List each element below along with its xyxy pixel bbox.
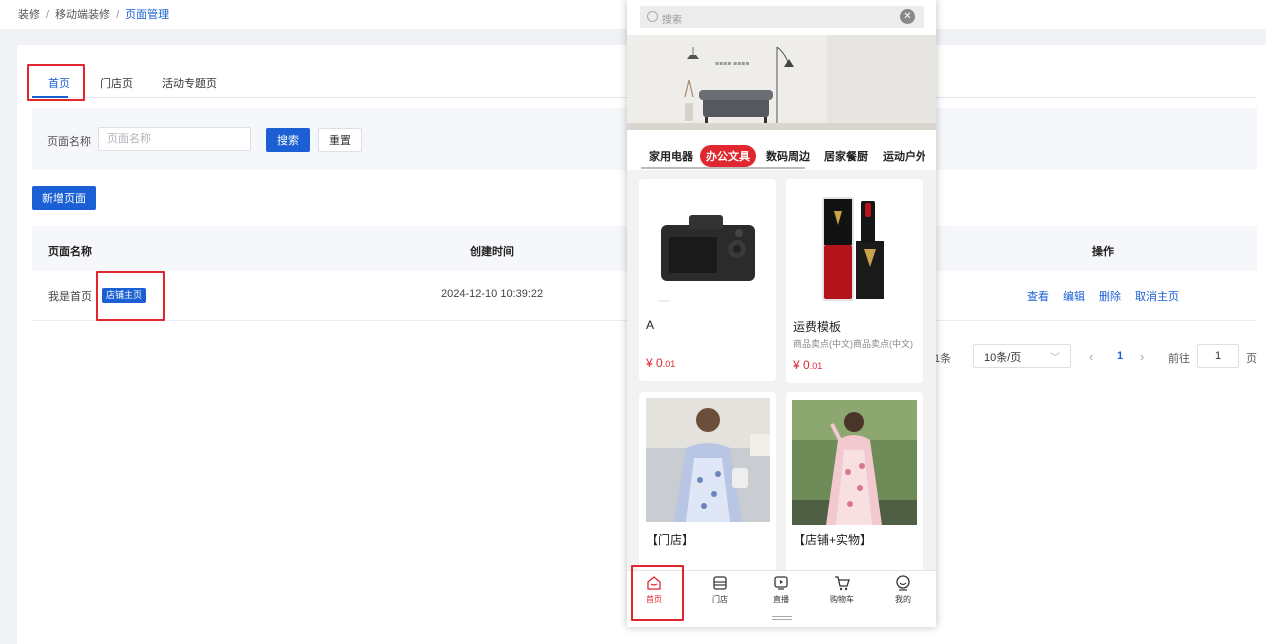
close-icon[interactable]: ✕	[900, 9, 915, 24]
nav-item-live[interactable]: 直播	[759, 574, 803, 605]
nav-label: 直播	[773, 595, 789, 604]
goto-label: 前往	[1168, 353, 1190, 365]
nav-item-profile[interactable]: 我的	[881, 574, 925, 605]
dress-photo-image	[792, 400, 917, 525]
page-number-1[interactable]: 1	[1117, 350, 1123, 362]
mobile-header: 搜索 ✕	[627, 0, 936, 35]
search-button[interactable]: 搜索	[266, 128, 310, 152]
page-unit-label: 页	[1246, 353, 1257, 365]
tab-active-indicator	[32, 96, 68, 98]
svg-text:▪▪▪▪ ▪▪▪▪: ▪▪▪▪ ▪▪▪▪	[715, 60, 749, 67]
mobile-bottom-nav: 首页 门店 直播 购物车 我的	[627, 570, 936, 627]
prev-page-button[interactable]: ‹	[1089, 349, 1093, 364]
delete-link[interactable]: 删除	[1099, 288, 1121, 304]
lipstick-image	[786, 179, 923, 311]
product-card[interactable]: 【门店】	[639, 392, 776, 577]
product-card[interactable]: A ¥ 0.01	[639, 179, 776, 381]
column-header-actions: 操作	[1092, 246, 1114, 258]
nav-label: 首页	[646, 595, 662, 604]
edit-link[interactable]: 编辑	[1063, 288, 1085, 304]
product-subtitle: 商品卖点(中文)商品卖点(中文)	[793, 339, 913, 349]
nav-label: 门店	[712, 595, 728, 604]
nav-item-store[interactable]: 门店	[698, 574, 742, 605]
category-home-appliance[interactable]: 家用电器	[649, 148, 693, 164]
column-header-name: 页面名称	[48, 246, 92, 258]
mobile-search-bar[interactable]: 搜索 ✕	[640, 6, 924, 28]
store-icon	[713, 576, 727, 590]
nav-item-home[interactable]: 首页	[632, 574, 676, 605]
shop-home-badge: 店铺主页	[102, 288, 147, 303]
product-title: 运费模板	[793, 320, 842, 334]
profile-icon	[896, 575, 910, 591]
living-room-illustration: ▪▪▪▪ ▪▪▪▪	[627, 35, 936, 130]
category-outdoor[interactable]: 运动户外	[883, 148, 925, 164]
search-icon	[647, 11, 658, 22]
add-page-button[interactable]: 新增页面	[32, 186, 96, 210]
camera-image	[639, 179, 776, 311]
row-created-time: 2024-12-10 10:39:22	[441, 288, 544, 300]
dress-photo-image	[646, 398, 770, 522]
breadcrumb-current: 页面管理	[125, 9, 170, 21]
cancel-home-link[interactable]: 取消主页	[1135, 288, 1179, 304]
tab-store-page[interactable]: 门店页	[100, 75, 133, 91]
column-header-created: 创建时间	[470, 246, 514, 258]
banner-image[interactable]: ▪▪▪▪ ▪▪▪▪	[627, 35, 936, 130]
product-price: ¥ 0.01	[793, 358, 822, 372]
chevron-down-icon: ﹀	[1050, 353, 1060, 364]
next-page-button[interactable]: ›	[1140, 349, 1144, 364]
goto-page-input[interactable]	[1197, 344, 1239, 368]
breadcrumb-separator: /	[116, 9, 120, 21]
category-scroll-indicator	[641, 167, 805, 169]
page-name-input[interactable]	[98, 127, 251, 151]
breadcrumb-separator: /	[46, 9, 50, 21]
category-bar: 家用电器 办公文具 数码周边 居家餐厨 运动户外	[627, 130, 936, 170]
page-size-value: 10条/页	[984, 352, 1022, 364]
mobile-search-placeholder: 搜索	[662, 15, 682, 26]
product-title: 【门店】	[646, 533, 695, 547]
breadcrumb-item-decoration[interactable]: 装修	[18, 9, 40, 21]
tab-home[interactable]: 首页	[48, 75, 70, 91]
nav-label: 我的	[895, 595, 911, 604]
category-office-stationery[interactable]: 办公文具	[700, 145, 756, 167]
breadcrumb-item-mobile-decoration[interactable]: 移动端装修	[55, 9, 110, 21]
reset-button[interactable]: 重置	[318, 128, 362, 152]
live-icon	[774, 576, 788, 590]
product-card[interactable]: 【店铺+实物】	[786, 392, 923, 577]
row-page-name: 我是首页	[48, 291, 92, 303]
price-decimal: .01	[662, 359, 676, 369]
price-integer: ¥ 0	[793, 358, 810, 372]
view-link[interactable]: 查看	[1027, 288, 1049, 304]
product-title: A	[646, 318, 655, 332]
price-integer: ¥ 0	[646, 356, 663, 370]
product-price: ¥ 0.01	[646, 356, 675, 370]
product-card[interactable]: 运费模板 商品卖点(中文)商品卖点(中文) ¥ 0.01	[786, 179, 923, 383]
mobile-preview: 搜索 ✕ ▪▪▪▪ ▪▪▪▪ 家用电器 办公文具 数码周边 居家餐厨 运动户外	[627, 0, 936, 627]
nav-label: 购物车	[830, 595, 854, 604]
price-decimal: .01	[809, 361, 823, 371]
drag-handle[interactable]	[772, 616, 792, 620]
product-title: 【店铺+实物】	[793, 533, 873, 547]
category-digital[interactable]: 数码周边	[766, 148, 810, 164]
page-size-select[interactable]: 10条/页 ﹀	[973, 344, 1071, 368]
nav-item-cart[interactable]: 购物车	[820, 574, 864, 605]
home-icon	[647, 576, 661, 590]
tab-activity-page[interactable]: 活动专题页	[162, 75, 217, 91]
filter-label: 页面名称	[47, 136, 91, 148]
cart-icon	[835, 576, 850, 591]
category-kitchen[interactable]: 居家餐厨	[824, 148, 868, 164]
